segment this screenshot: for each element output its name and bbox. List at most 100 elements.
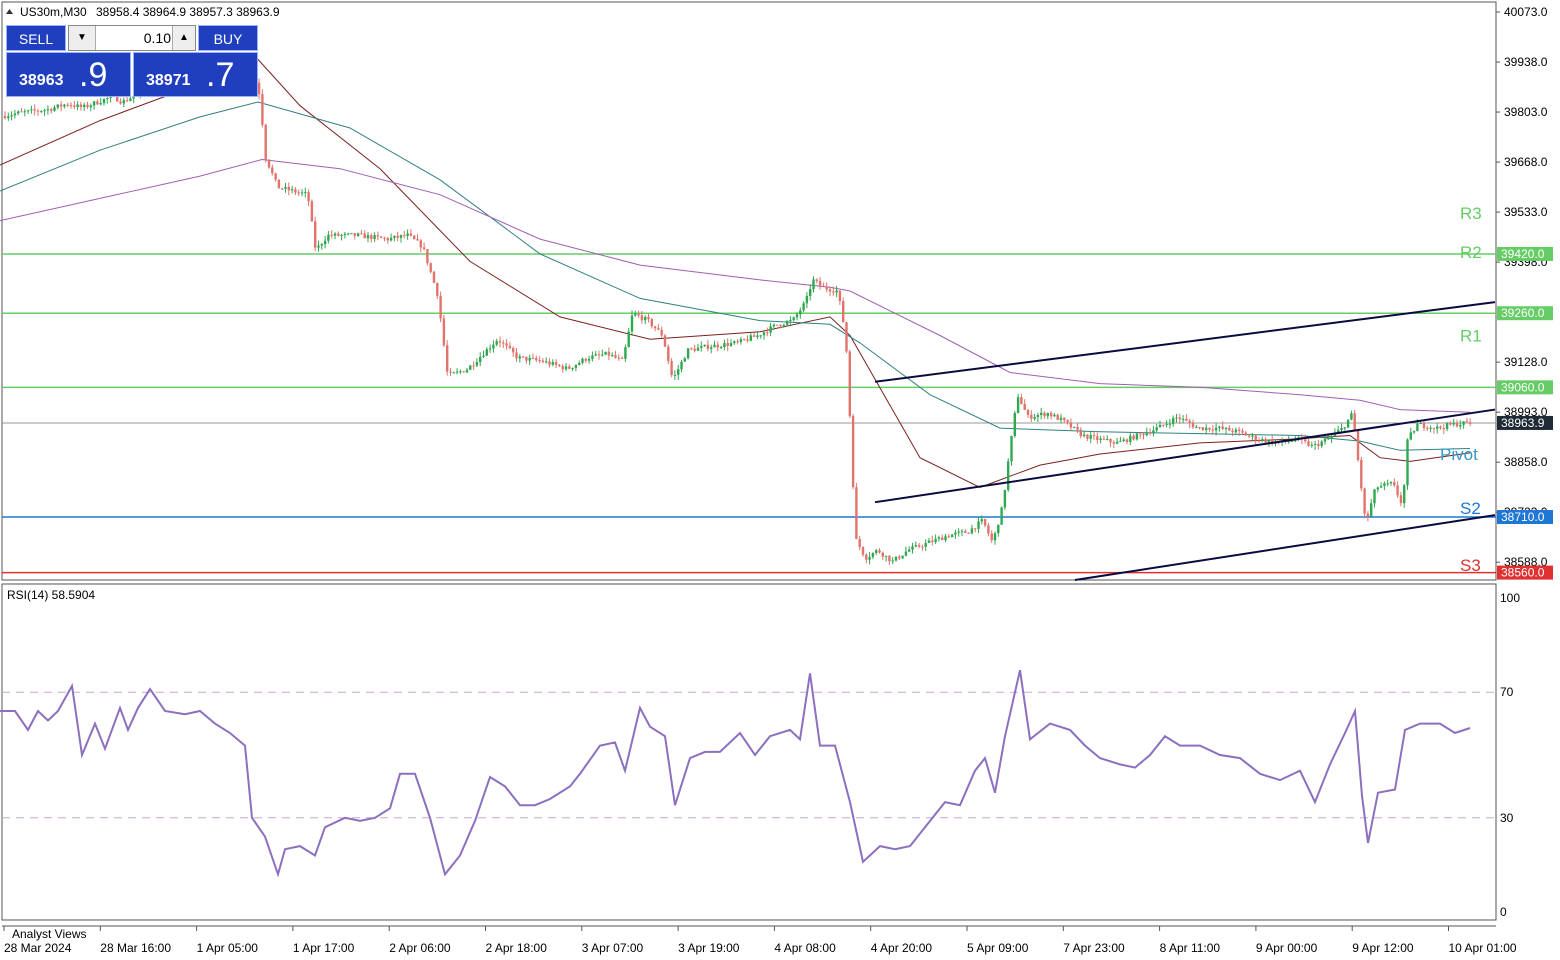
candle-body	[716, 344, 719, 348]
candle-body	[1023, 404, 1026, 410]
candle-body	[449, 371, 452, 373]
lot-decrease-icon[interactable]: ▼	[69, 26, 96, 50]
pivot-price-tag: 39260.0	[1501, 306, 1545, 320]
candle-body	[657, 328, 660, 330]
sell-button[interactable]: SELL	[6, 25, 66, 51]
candle-body	[462, 371, 465, 373]
candle-body	[452, 372, 455, 374]
candle-body	[1155, 427, 1158, 431]
candle-body	[429, 263, 432, 272]
candle-body	[1214, 427, 1218, 431]
candle-body	[941, 537, 944, 541]
candle-body	[1343, 427, 1346, 429]
candle-body	[1073, 426, 1076, 428]
candle-body	[1469, 422, 1472, 424]
candle-body	[1016, 397, 1020, 413]
candle-body	[363, 233, 366, 239]
candle-body	[719, 347, 723, 349]
candle-body	[611, 355, 614, 357]
pivot-price-tag: 39420.0	[1501, 247, 1545, 261]
candle-body	[66, 104, 69, 106]
candle-body	[30, 109, 33, 111]
rsi-tick-label: 30	[1500, 811, 1514, 825]
candle-body	[891, 560, 894, 562]
candle-body	[947, 536, 950, 538]
candle-body	[1013, 413, 1016, 436]
candle-body	[267, 159, 271, 168]
candle-body	[858, 539, 861, 547]
candle-body	[792, 317, 795, 321]
candle-body	[683, 358, 686, 362]
candle-body	[1320, 441, 1323, 446]
time-tick-label: 2 Apr 18:00	[486, 941, 548, 955]
lot-increase-icon[interactable]: ▲	[172, 26, 195, 50]
candle-body	[1241, 430, 1244, 433]
candle-body	[723, 343, 726, 347]
candle-body	[512, 348, 515, 353]
candle-body	[746, 339, 749, 341]
candle-body	[1323, 438, 1327, 442]
candle-body	[782, 324, 785, 326]
candle-body	[1360, 459, 1363, 489]
candle-body	[1370, 503, 1373, 517]
candle-body	[997, 524, 1000, 534]
buy-price-quote[interactable]: 38971 .7	[133, 52, 258, 97]
candle-body	[1406, 439, 1409, 486]
lot-size-stepper[interactable]: ▼ ▲	[68, 25, 196, 51]
candle-body	[436, 282, 439, 296]
candle-body	[281, 188, 284, 190]
candle-body	[726, 343, 729, 346]
candle-body	[297, 192, 300, 194]
sell-price-quote[interactable]: 38963 .9	[6, 52, 131, 97]
lot-size-input[interactable]	[97, 28, 171, 48]
candle-body	[1046, 413, 1049, 417]
candle-body	[1452, 422, 1455, 425]
candle-body	[743, 339, 746, 341]
candle-body	[419, 240, 422, 248]
candle-body	[647, 316, 650, 320]
candle-body	[1086, 434, 1089, 439]
buy-button[interactable]: BUY	[198, 25, 258, 51]
rsi-title: RSI(14) 58.5904	[7, 588, 95, 602]
candle-body	[1465, 421, 1469, 423]
candle-body	[1185, 418, 1188, 421]
candle-body	[904, 551, 908, 556]
candle-body	[964, 531, 967, 533]
candle-body	[59, 104, 63, 107]
buy-price-decimal: .7	[206, 56, 235, 94]
candle-body	[485, 349, 488, 356]
time-tick-label: 9 Apr 00:00	[1256, 941, 1318, 955]
candle-body	[393, 235, 396, 238]
sell-price-decimal: .9	[79, 56, 108, 94]
candle-body	[1462, 421, 1465, 425]
candle-body	[396, 235, 399, 238]
candle-body	[861, 547, 865, 555]
candle-body	[333, 233, 337, 236]
candle-body	[993, 533, 997, 541]
candle-body	[1066, 420, 1069, 423]
candle-body	[660, 329, 663, 336]
candle-body	[630, 315, 634, 332]
candle-body	[502, 342, 505, 344]
candle-body	[337, 233, 340, 236]
candle-body	[871, 553, 875, 557]
candle-body	[304, 192, 307, 194]
candle-body	[729, 343, 733, 346]
candle-body	[667, 346, 670, 361]
candle-body	[1148, 432, 1152, 434]
candle-body	[1139, 433, 1142, 435]
candle-body	[1010, 436, 1013, 462]
candle-body	[1356, 430, 1360, 460]
candle-body	[56, 104, 59, 108]
candle-body	[373, 235, 376, 239]
candle-body	[1238, 429, 1241, 431]
candle-body	[957, 531, 960, 533]
candle-body	[924, 543, 927, 547]
candle-body	[287, 187, 290, 191]
candle-body	[353, 233, 356, 236]
candle-body	[759, 335, 762, 337]
candle-body	[1198, 427, 1201, 429]
candle-body	[488, 348, 492, 350]
candle-body	[696, 347, 700, 351]
candle-body	[1422, 423, 1426, 428]
